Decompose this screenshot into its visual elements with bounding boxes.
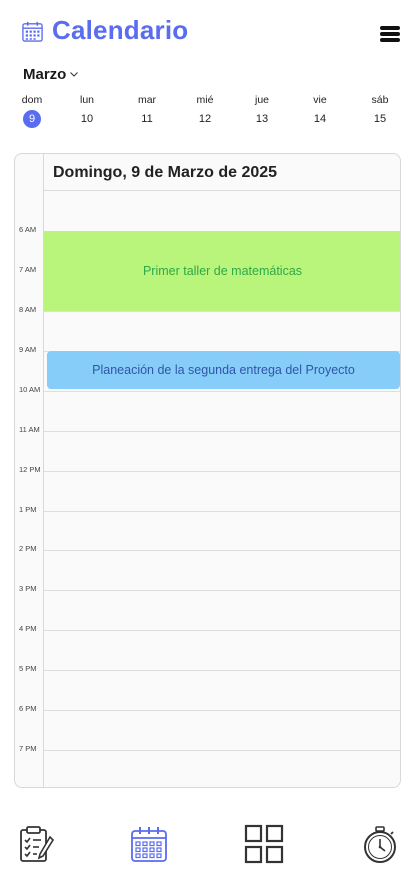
event-card[interactable]: Primer taller de matemáticas bbox=[44, 231, 400, 311]
app-header: Calendario bbox=[0, 0, 414, 62]
date-title: Domingo, 9 de Marzo de 2025 bbox=[53, 164, 278, 181]
hour-line bbox=[44, 670, 400, 671]
hour-line bbox=[44, 311, 400, 312]
hour-row[interactable]: 6 PM bbox=[15, 704, 400, 750]
hour-label: 7 PM bbox=[19, 744, 37, 753]
hour-label: 2 PM bbox=[19, 544, 37, 553]
hour-line bbox=[44, 391, 400, 392]
day-vie[interactable]: vie 14 bbox=[300, 92, 340, 128]
day-lun[interactable]: lun 10 bbox=[67, 92, 107, 128]
day-name: jue bbox=[254, 94, 269, 106]
day-number: 15 bbox=[373, 113, 387, 125]
week-strip: dom 9 lun 10 mar 11 mié 12 jue 13 vie 14… bbox=[0, 92, 414, 132]
day-name: dom bbox=[21, 94, 43, 106]
hour-label: 11 AM bbox=[19, 425, 40, 434]
day-name: lun bbox=[79, 94, 94, 106]
hour-line bbox=[44, 630, 400, 631]
day-name: mar bbox=[137, 94, 157, 106]
clipboard-checklist-icon bbox=[20, 826, 55, 862]
hour-label: 5 PM bbox=[19, 664, 37, 673]
hour-label: 7 AM bbox=[19, 265, 37, 274]
hour-line bbox=[44, 550, 400, 551]
app-title: Calendario bbox=[52, 15, 189, 45]
day-name: mié bbox=[196, 94, 214, 106]
hour-label: 3 PM bbox=[19, 584, 37, 593]
nav-tasks[interactable] bbox=[15, 823, 57, 865]
hour-label: 6 PM bbox=[19, 704, 37, 713]
day-number: 13 bbox=[255, 113, 269, 125]
hour-row[interactable]: 8 AM bbox=[15, 305, 400, 351]
day-jue[interactable]: jue 13 bbox=[242, 92, 282, 128]
hour-row[interactable]: 7 PM bbox=[15, 744, 400, 787]
nav-dashboard[interactable] bbox=[243, 823, 285, 865]
hour-row[interactable]: 4 PM bbox=[15, 624, 400, 670]
hour-label: 4 PM bbox=[19, 624, 37, 633]
bottom-nav bbox=[0, 815, 414, 875]
day-name: sáb bbox=[371, 94, 389, 106]
hour-label: 12 PM bbox=[19, 465, 41, 474]
day-sab[interactable]: sáb 15 bbox=[360, 92, 400, 128]
calendar-icon bbox=[131, 827, 167, 862]
day-number: 10 bbox=[80, 113, 94, 125]
day-mie[interactable]: mié 12 bbox=[185, 92, 225, 128]
day-number-selected: 9 bbox=[23, 110, 41, 128]
event-title: Planeación de la segunda entrega del Pro… bbox=[92, 363, 355, 377]
hour-line bbox=[44, 511, 400, 512]
hour-line bbox=[44, 750, 400, 751]
chevron-down-icon bbox=[70, 72, 79, 77]
hour-row[interactable]: 5 PM bbox=[15, 664, 400, 710]
hour-label: 10 AM bbox=[19, 385, 41, 394]
date-header: Domingo, 9 de Marzo de 2025 bbox=[44, 154, 400, 191]
hour-line bbox=[44, 590, 400, 591]
hour-line bbox=[44, 431, 400, 432]
grid-icon bbox=[244, 824, 284, 864]
nav-timer[interactable] bbox=[359, 823, 401, 865]
calendar-icon bbox=[22, 21, 43, 42]
hour-row[interactable]: 3 PM bbox=[15, 584, 400, 630]
hamburger-icon[interactable] bbox=[378, 24, 402, 44]
month-label: Marzo bbox=[23, 65, 67, 83]
stopwatch-icon bbox=[364, 826, 396, 863]
event-card[interactable]: Planeación de la segunda entrega del Pro… bbox=[47, 351, 400, 389]
hour-label: 8 AM bbox=[19, 305, 37, 314]
day-number: 12 bbox=[198, 113, 212, 125]
day-number: 14 bbox=[313, 113, 327, 125]
hour-row[interactable]: 11 AM bbox=[15, 425, 400, 471]
hour-label: 1 PM bbox=[19, 505, 37, 514]
hour-label: 9 AM bbox=[19, 345, 37, 354]
month-selector[interactable]: Marzo bbox=[23, 64, 79, 84]
hour-line bbox=[44, 471, 400, 472]
hour-line bbox=[44, 710, 400, 711]
day-dom[interactable]: dom 9 bbox=[12, 92, 52, 128]
day-name: vie bbox=[313, 94, 327, 106]
hour-row[interactable]: 10 AM bbox=[15, 385, 400, 431]
hour-row[interactable]: 2 PM bbox=[15, 544, 400, 590]
hour-label: 6 AM bbox=[19, 225, 37, 234]
nav-calendar[interactable] bbox=[128, 823, 170, 865]
hour-row[interactable]: 1 PM bbox=[15, 505, 400, 551]
hour-row[interactable]: 12 PM bbox=[15, 465, 400, 511]
day-mar[interactable]: mar 11 bbox=[127, 92, 167, 128]
day-number: 11 bbox=[141, 113, 153, 125]
day-calendar[interactable]: Domingo, 9 de Marzo de 2025 6 AM 7 AM 8 … bbox=[14, 153, 401, 788]
event-title: Primer taller de matemáticas bbox=[142, 264, 303, 278]
